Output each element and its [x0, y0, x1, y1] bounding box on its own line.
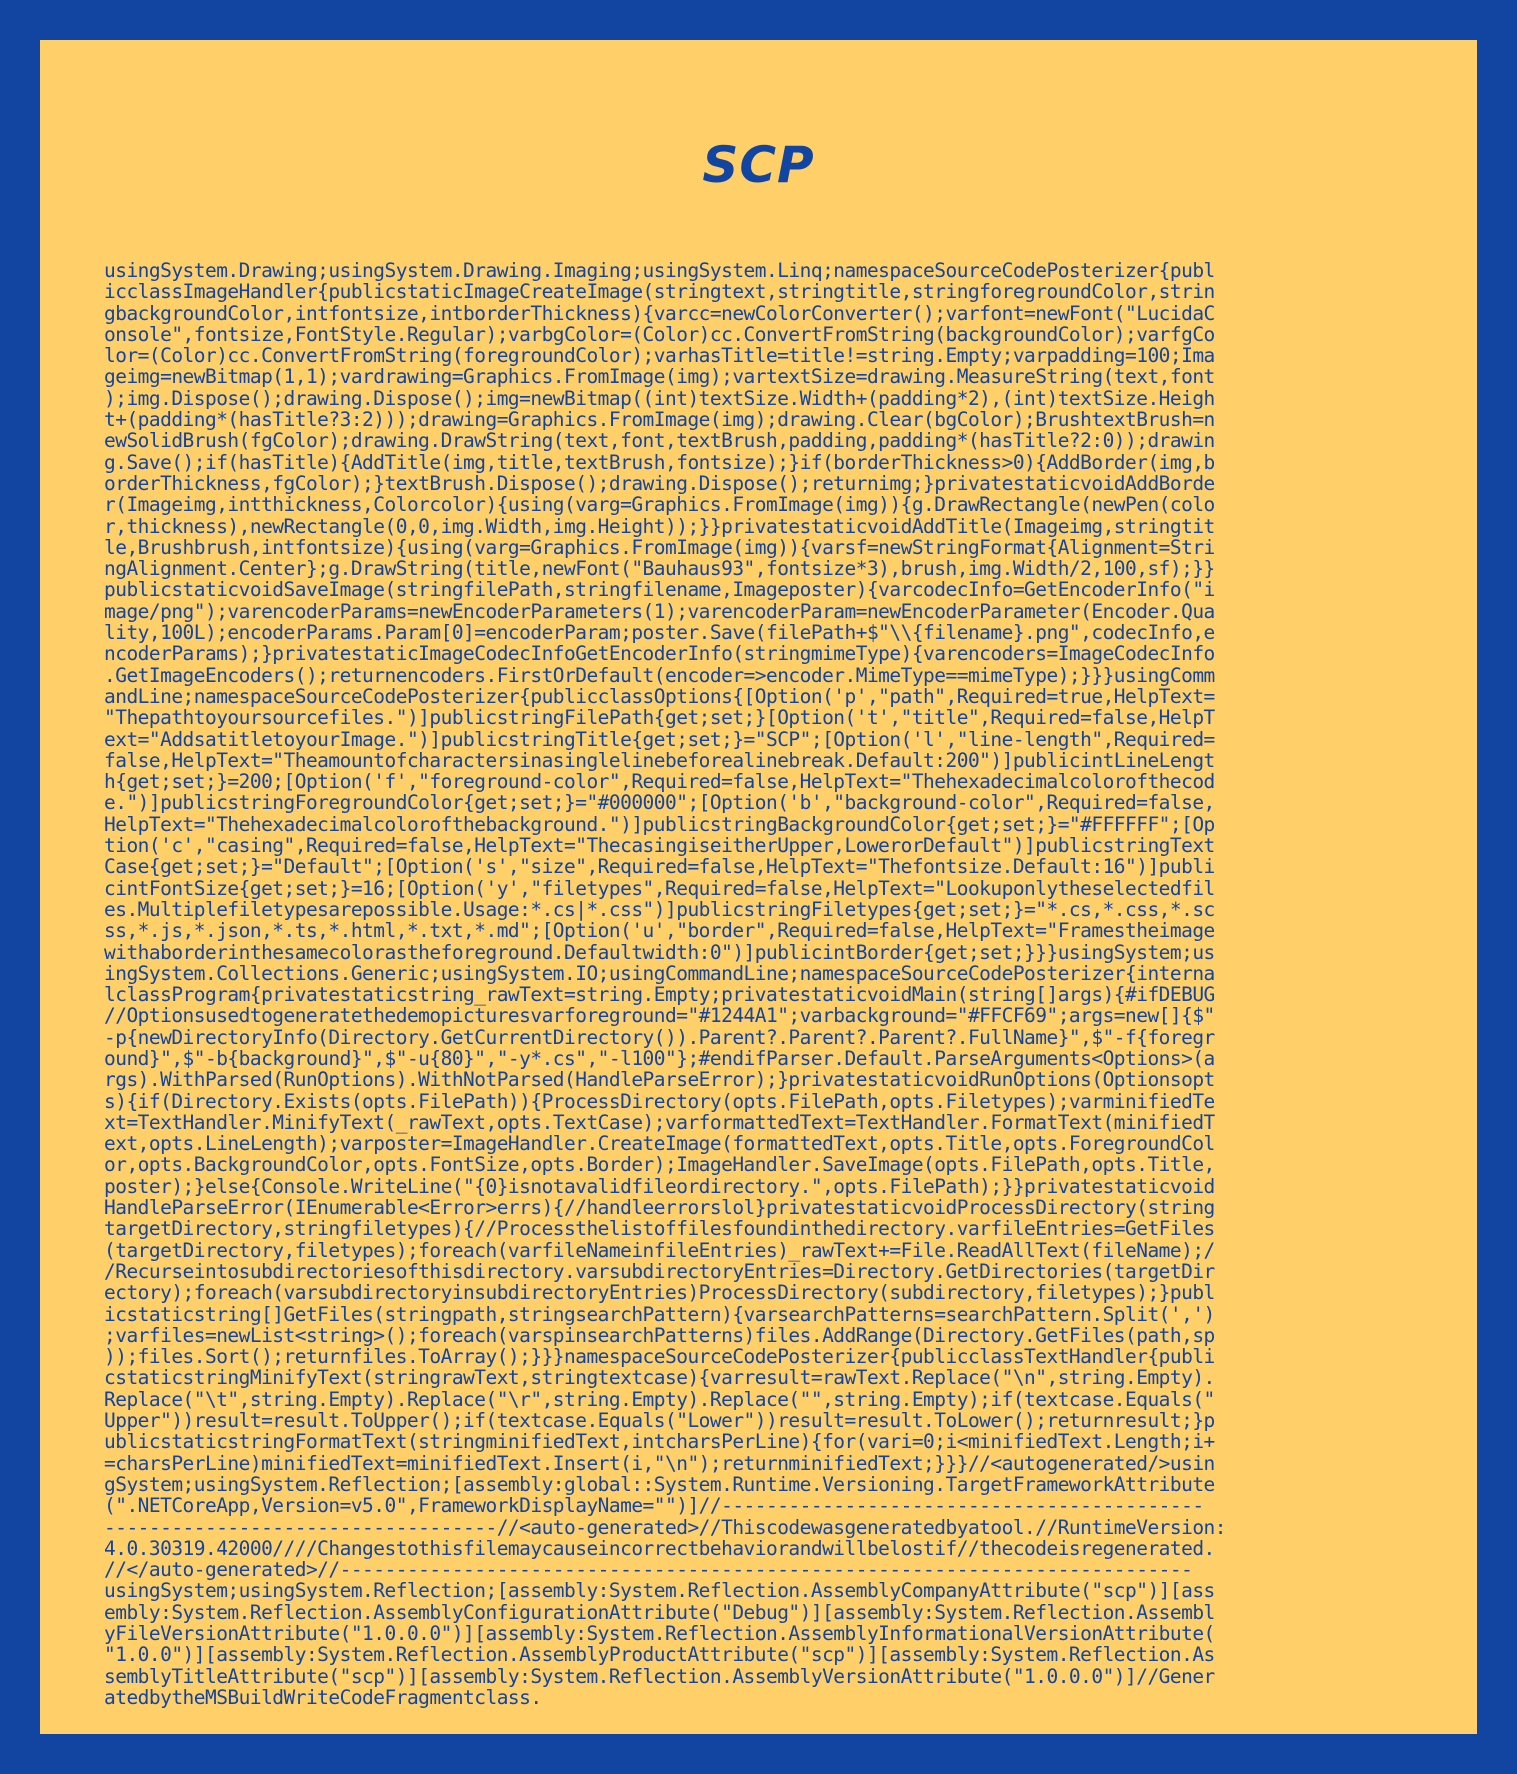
code-line: ext="AddsatitletoyourImage.")]publicstri… [104, 727, 1215, 751]
code-line: //</auto-generated>//-------------------… [104, 1558, 1193, 1582]
code-line: cintFontSize{get;set;}=16;[Option('y',"f… [104, 876, 1215, 900]
code-line: mage/png");varencoderParams=newEncoderPa… [104, 599, 1215, 623]
code-line: withaborderinthesamecolorastheforeground… [104, 940, 1215, 964]
code-line: rgs).WithParsed(RunOptions).WithNotParse… [104, 1068, 1215, 1092]
code-line: es.Multiplefiletypesarepossible.Usage:*.… [104, 897, 1215, 921]
code-line: ext,opts.LineLength);varposter=ImageHand… [104, 1132, 1215, 1156]
code-line: t+(padding*(hasTitle?3:2)));drawing=Grap… [104, 408, 1215, 432]
code-line: s){if(Directory.Exists(opts.FilePath)){P… [104, 1089, 1215, 1113]
code-line: gSystem;usingSystem.Reflection;[assembly… [104, 1472, 1215, 1496]
code-text-block: usingSystem.Drawing;usingSystem.Drawing.… [104, 259, 1227, 1709]
code-line: Upper"))result=result.ToUpper();if(textc… [104, 1409, 1215, 1433]
poster-canvas: SCP usingSystem.Drawing;usingSystem.Draw… [40, 40, 1477, 1734]
code-line: ncoderParams);}privatestaticImageCodecIn… [104, 642, 1215, 666]
code-line: yFileVersionAttribute("1.0.0.0")][assemb… [104, 1622, 1215, 1645]
code-line: tion('c',"casing",Required=false,HelpTex… [104, 834, 1215, 858]
code-line: HandleParseError(IEnumerable<Error>errs)… [104, 1196, 1215, 1220]
code-line: //Optionsusedtogeneratethedemopicturesva… [104, 1004, 1215, 1028]
code-line: andLine;namespaceSourceCodePosterizer{pu… [104, 684, 1215, 708]
code-line: r(Imageimg,intthickness,Colorcolor){usin… [104, 493, 1215, 517]
code-line: xt=TextHandler.MinifyText(_rawText,opts.… [104, 1110, 1215, 1134]
code-line: or,opts.BackgroundColor,opts.FontSize,op… [104, 1153, 1215, 1177]
code-line: icclassImageHandler{publicstaticImageCre… [104, 280, 1215, 304]
code-line: Case{get;set;}="Default";[Option('s',"si… [104, 855, 1215, 879]
code-line: publicstaticvoidSaveImage(stringfilePath… [104, 578, 1215, 602]
code-line: onsole",fontsize,FontStyle.Regular);varb… [104, 322, 1215, 346]
code-line: targetDirectory,stringfiletypes){//Proce… [104, 1217, 1215, 1241]
code-line: (".NETCoreApp,Version=v5.0",FrameworkDis… [104, 1494, 1204, 1518]
code-line: ));files.Sort();returnfiles.ToArray();}}… [104, 1345, 1215, 1369]
code-line: =charsPerLine)minifiedText=minifiedText.… [104, 1451, 1215, 1475]
code-line: HelpText="Thehexadecimalcolorofthebackgr… [104, 812, 1215, 836]
code-line: -----------------------------------//<au… [104, 1515, 1227, 1539]
code-line: le,Brushbrush,intfontsize){using(varg=Gr… [104, 535, 1215, 559]
code-line: cstaticstringMinifyText(stringrawText,st… [104, 1366, 1215, 1390]
code-line: .GetImageEncoders();returnencoders.First… [104, 663, 1215, 687]
code-line: -p{newDirectoryInfo(Directory.GetCurrent… [104, 1025, 1215, 1049]
code-line: icstaticstring[]GetFiles(stringpath,stri… [104, 1302, 1215, 1326]
code-line: "Thepathtoyoursourcefiles.")]publicstrin… [104, 706, 1215, 730]
code-line: 4.0.30319.42000////Changestothisfilemayc… [104, 1536, 1215, 1560]
code-line: geimg=newBitmap(1,1);vardrawing=Graphics… [104, 365, 1215, 389]
code-line: Replace("\t",string.Empty).Replace("\r",… [104, 1387, 1215, 1411]
code-line: lclassProgram{privatestaticstring_rawTex… [104, 983, 1215, 1007]
code-line: lor=(Color)cc.ConvertFromString(foregrou… [104, 344, 1215, 368]
code-line: orderThickness,fgColor);}textBrush.Dispo… [104, 471, 1215, 495]
code-line: gbackgroundColor,intfontsize,intborderTh… [104, 301, 1215, 325]
code-line: g.Save();if(hasTitle){AddTitle(img,title… [104, 450, 1215, 474]
code-line: /Recurseintosubdirectoriesofthisdirector… [104, 1259, 1215, 1283]
code-line: );img.Dispose();drawing.Dispose();img=ne… [104, 386, 1215, 410]
code-line: "1.0.0")][assembly:System.Reflection.Ass… [104, 1643, 1215, 1667]
code-line: ingSystem.Collections.Generic;usingSyste… [104, 961, 1215, 985]
code-line: atedbytheMSBuildWriteCodeFragmentclass. [104, 1685, 542, 1709]
code-line: ublicstaticstringFormatText(stringminifi… [104, 1430, 1215, 1454]
code-line: embly:System.Reflection.AssemblyConfigur… [104, 1600, 1215, 1624]
code-line: ound}",$"-b{background}",$"-u{80}","-y*.… [104, 1046, 1215, 1070]
code-line: ewSolidBrush(fgColor);drawing.DrawString… [104, 429, 1215, 453]
code-line: poster);}else{Console.WriteLine("{0}isno… [104, 1174, 1215, 1198]
code-line: semblyTitleAttribute("scp")][assembly:Sy… [104, 1664, 1215, 1688]
code-line: ss,*.js,*.json,*.ts,*.html,*.txt,*.md";[… [104, 919, 1215, 943]
code-line: (targetDirectory,filetypes);foreach(varf… [104, 1238, 1215, 1262]
code-line: ectory);foreach(varsubdirectoryinsubdire… [104, 1281, 1215, 1305]
code-line: ;varfiles=newList<string>();foreach(vars… [104, 1323, 1215, 1347]
code-line: usingSystem.Drawing;usingSystem.Drawing.… [104, 259, 1215, 282]
code-line: r,thickness),newRectangle(0,0,img.Width,… [104, 514, 1215, 538]
code-line: ngAlignment.Center};g.DrawString(title,n… [104, 557, 1215, 581]
code-line: e.")]publicstringForegroundColor{get;set… [104, 791, 1215, 815]
code-line: lity,100L);encoderParams.Param[0]=encode… [104, 621, 1215, 645]
poster-title: SCP [702, 136, 815, 194]
code-line: false,HelpText="Theamountofcharactersina… [104, 748, 1215, 772]
code-line: usingSystem;usingSystem.Reflection;[asse… [104, 1579, 1215, 1603]
code-line: h{get;set;}=200;[Option('f',"foreground-… [104, 770, 1215, 794]
